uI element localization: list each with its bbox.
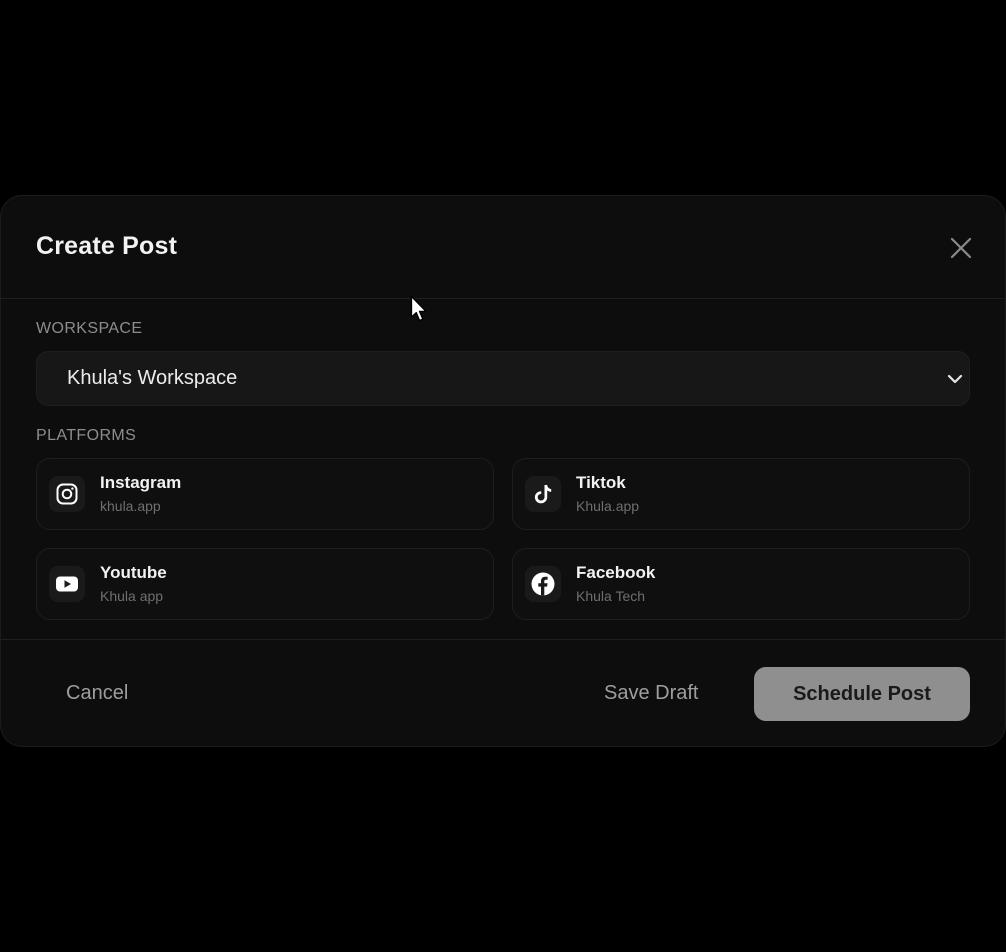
workspace-label: WORKSPACE: [36, 320, 143, 337]
platform-name: Instagram: [100, 473, 182, 492]
platform-account: Khula.app: [576, 498, 640, 514]
cancel-button[interactable]: Cancel: [66, 682, 128, 705]
mouse-cursor-icon: [410, 295, 427, 322]
platform-name: Tiktok: [576, 473, 626, 492]
platform-card-tiktok[interactable]: Tiktok Khula.app: [512, 458, 970, 530]
platform-icon-wrap: [49, 476, 85, 512]
close-icon: [950, 237, 972, 259]
workspace-selected-value: Khula's Workspace: [67, 367, 238, 389]
schedule-post-button[interactable]: Schedule Post: [754, 667, 970, 721]
platform-name: Youtube: [100, 563, 167, 582]
platforms-label: PLATFORMS: [36, 427, 137, 444]
chevron-down-icon: [947, 374, 963, 384]
create-post-dialog: Create Post WORKSPACE Khula's Workspace …: [0, 195, 1006, 747]
platform-card-facebook[interactable]: Facebook Khula Tech: [512, 548, 970, 620]
platform-icon-wrap: [525, 476, 561, 512]
platform-account: Khula app: [100, 588, 164, 604]
platform-account: khula.app: [100, 498, 161, 514]
youtube-icon: [56, 576, 78, 592]
facebook-icon: [531, 572, 555, 596]
platform-account: Khula Tech: [576, 588, 646, 604]
save-draft-button[interactable]: Save Draft: [604, 682, 698, 705]
dialog-header: Create Post: [1, 196, 1005, 299]
platform-card-youtube[interactable]: Youtube Khula app: [36, 548, 494, 620]
tiktok-icon: [534, 485, 552, 504]
close-button[interactable]: [946, 233, 976, 263]
platform-icon-wrap: [49, 566, 85, 602]
workspace-select[interactable]: Khula's Workspace: [36, 351, 970, 406]
platform-card-instagram[interactable]: Instagram khula.app: [36, 458, 494, 530]
instagram-icon: [56, 483, 78, 505]
dialog-footer: Cancel Save Draft Schedule Post: [1, 639, 1005, 747]
dialog-title: Create Post: [36, 232, 178, 260]
platform-icon-wrap: [525, 566, 561, 602]
platform-name: Facebook: [576, 563, 656, 582]
